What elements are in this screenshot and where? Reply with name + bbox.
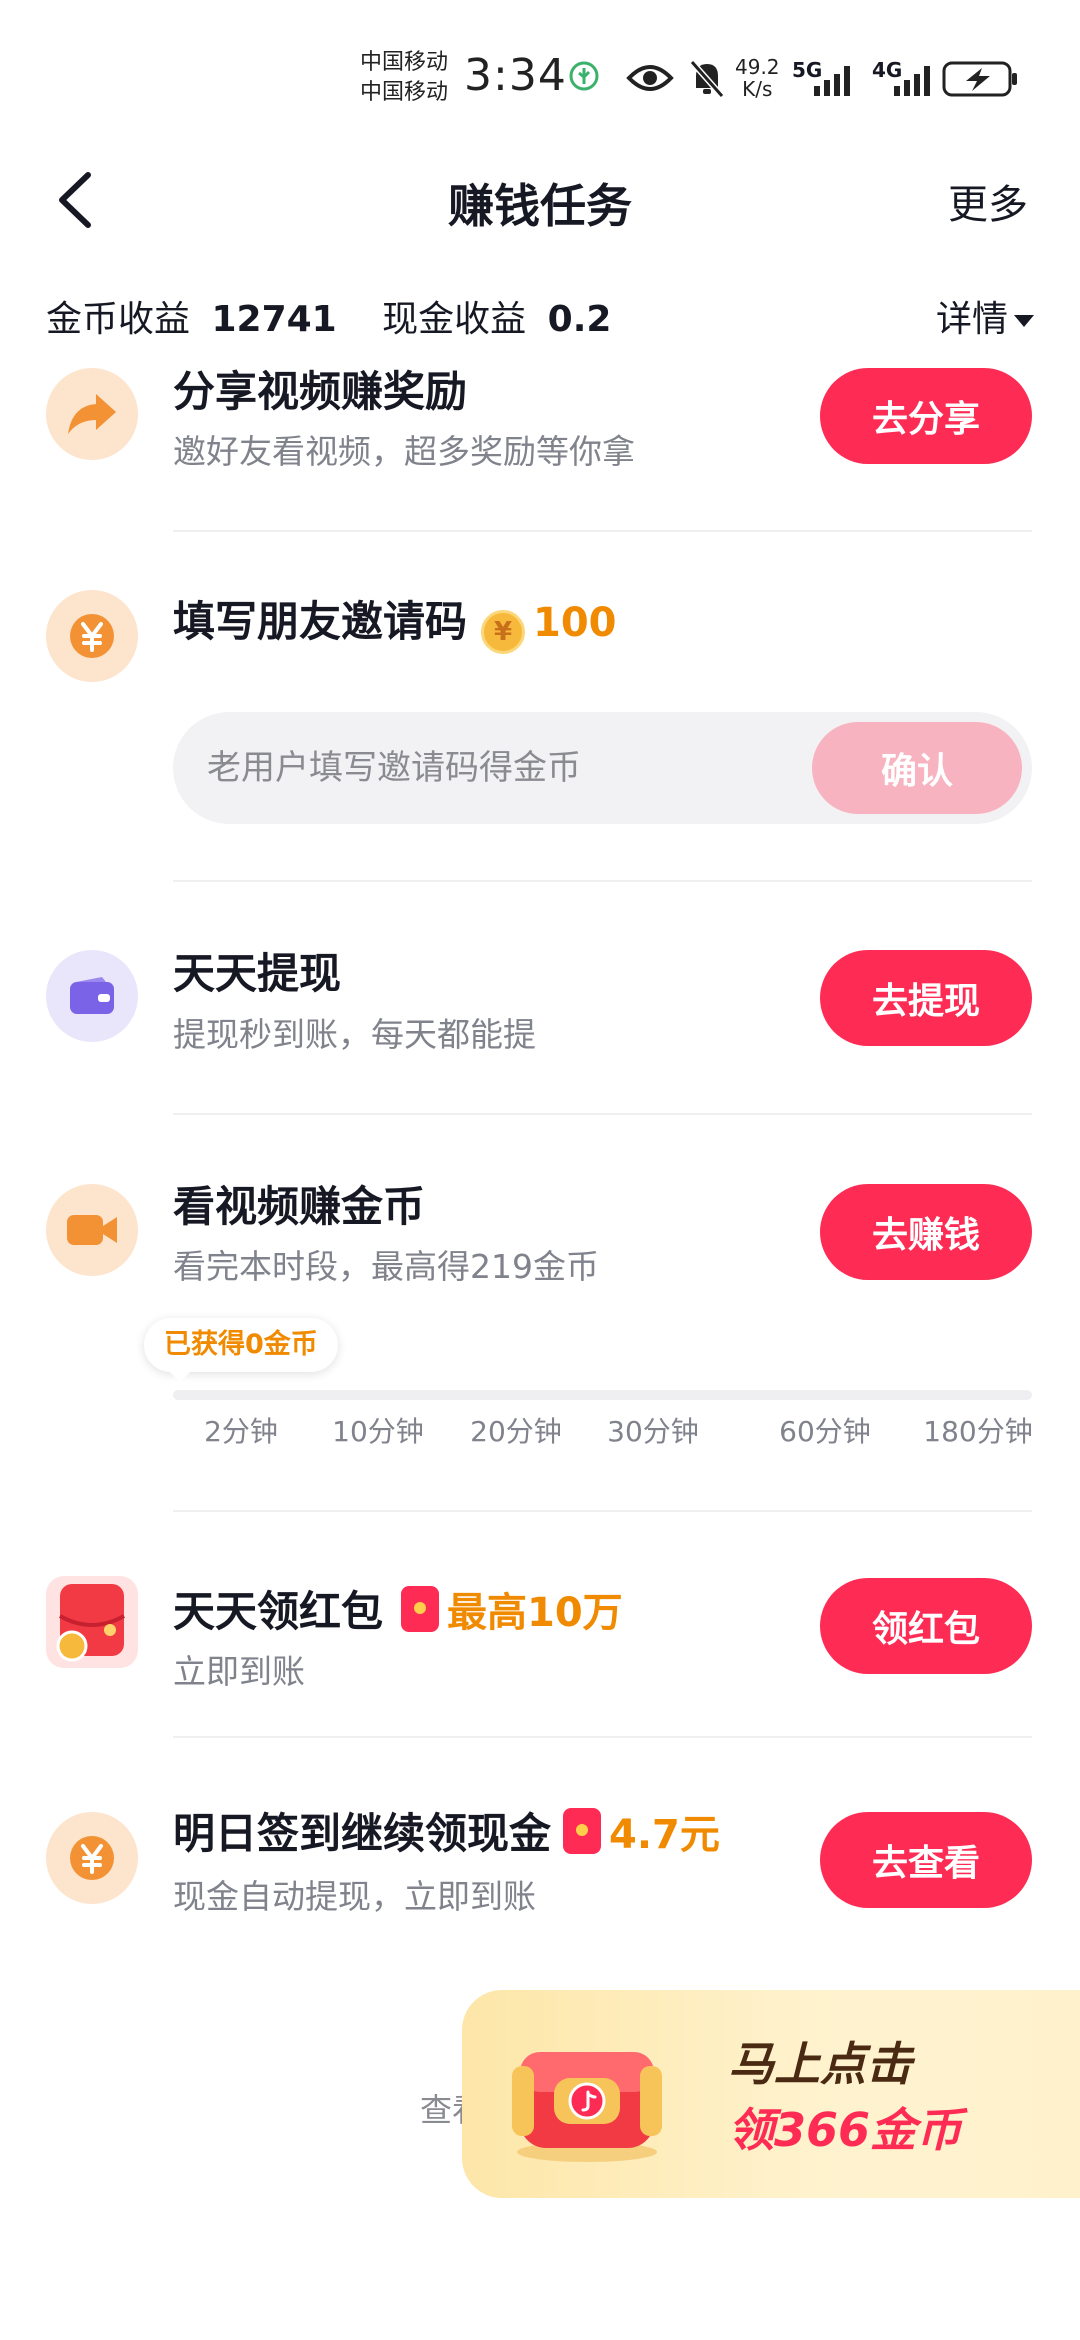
invite-reward: 100 bbox=[533, 600, 617, 646]
invite-code-input[interactable] bbox=[207, 712, 767, 824]
watch-task-subtitle: 看完本时段，最高得219金币 bbox=[173, 1247, 599, 1286]
cash-earnings-label: 现金收益 bbox=[382, 299, 527, 340]
carrier-2: 中国移动 bbox=[360, 80, 449, 105]
page-title: 赚钱任务 bbox=[448, 179, 632, 233]
more-button[interactable]: 更多 bbox=[948, 172, 1028, 230]
coin-earnings-value: 12741 bbox=[211, 299, 337, 340]
invite-task-title: 填写朋友邀请码 bbox=[173, 597, 468, 646]
view-button[interactable]: 去查看 bbox=[820, 1812, 1032, 1908]
progress-tick: 20分钟 bbox=[470, 1415, 562, 1448]
invite-task-title-row: 填写朋友邀请码 ¥100 bbox=[173, 588, 617, 654]
checkin-reward: 4.7元 bbox=[609, 1812, 720, 1858]
signal-bars-icon bbox=[894, 66, 930, 96]
hongbao-icon bbox=[563, 1808, 602, 1854]
signal-5g-icon: 5G bbox=[792, 58, 858, 98]
share-task-title: 分享视频赚奖励 bbox=[173, 367, 468, 416]
yuan-coin-icon bbox=[46, 1812, 138, 1904]
confirm-button[interactable]: 确认 bbox=[812, 722, 1022, 814]
speed-unit: K/s bbox=[742, 77, 773, 101]
clock: 3:34 bbox=[464, 50, 567, 101]
progress-tick: 180分钟 bbox=[923, 1415, 1033, 1448]
progress-tick: 10分钟 bbox=[332, 1415, 424, 1448]
withdraw-task-title: 天天提现 bbox=[173, 949, 342, 998]
invite-code-box: 确认 bbox=[173, 712, 1032, 824]
progress-tick: 2分钟 bbox=[204, 1415, 278, 1448]
speed-value: 49.2 bbox=[735, 55, 780, 79]
share-button[interactable]: 去分享 bbox=[820, 368, 1032, 464]
progress-tick: 30分钟 bbox=[607, 1415, 699, 1448]
gold-coin-icon: ¥ bbox=[481, 610, 526, 654]
earned-coins-tag: 已获得0金币 bbox=[144, 1318, 338, 1382]
earn-button[interactable]: 去赚钱 bbox=[820, 1184, 1032, 1280]
divider bbox=[173, 1510, 1032, 1512]
wallet-icon bbox=[46, 950, 138, 1042]
red-packet-icon bbox=[46, 1576, 138, 1668]
cash-earnings-value: 0.2 bbox=[547, 299, 612, 340]
details-label: 详情 bbox=[935, 299, 1008, 340]
hongbao-icon bbox=[401, 1586, 440, 1632]
get-redpacket-button[interactable]: 领红包 bbox=[820, 1578, 1032, 1674]
details-dropdown[interactable]: 详情 bbox=[936, 290, 1034, 342]
checkin-task-title-row: 明日签到继续领现金 4.7元 bbox=[173, 1800, 720, 1861]
yuan-coin-icon bbox=[46, 590, 138, 682]
promo-banner[interactable]: 马上点击 领366金币 bbox=[462, 1990, 1080, 2198]
eye-icon bbox=[626, 65, 674, 91]
progress-tick: 60分钟 bbox=[779, 1415, 871, 1448]
caret-down-icon bbox=[1014, 315, 1034, 327]
signal-4g-icon: 4G bbox=[872, 58, 938, 98]
checkin-task-subtitle: 现金自动提现，立即到账 bbox=[173, 1877, 536, 1916]
network-speed: 49.2 K/s bbox=[735, 56, 780, 100]
withdraw-button[interactable]: 去提现 bbox=[820, 950, 1032, 1046]
withdraw-task-subtitle: 提现秒到账，每天都能提 bbox=[173, 1015, 536, 1054]
redpacket-task-title: 天天领红包 bbox=[173, 1587, 384, 1636]
redpacket-task-title-row: 天天领红包 最高10万 bbox=[173, 1578, 623, 1639]
divider bbox=[173, 880, 1032, 882]
redpacket-task-subtitle: 立即到账 bbox=[173, 1652, 305, 1691]
redpacket-reward: 最高10万 bbox=[447, 1590, 623, 1636]
status-bar: 中国移动 中国移动 3:34 49.2 K/s 5G 4G bbox=[0, 0, 1080, 150]
divider bbox=[173, 1736, 1032, 1738]
promo-line-2: 领366金币 bbox=[728, 2103, 963, 2157]
share-arrow-icon bbox=[46, 368, 138, 460]
video-camera-icon bbox=[46, 1184, 138, 1276]
share-task-subtitle: 邀好友看视频，超多奖励等你拿 bbox=[173, 432, 635, 471]
watch-task-title: 看视频赚金币 bbox=[173, 1182, 426, 1231]
bell-muted-icon bbox=[689, 60, 725, 98]
coin-earnings-label: 金币收益 bbox=[46, 299, 191, 340]
carrier-info: 中国移动 中国移动 bbox=[360, 48, 448, 108]
carrier-1: 中国移动 bbox=[360, 50, 449, 75]
eco-leaf-icon bbox=[569, 61, 599, 91]
battery-charging-icon bbox=[942, 61, 1017, 97]
treasure-chest-icon bbox=[512, 2052, 662, 2162]
checkin-task-title: 明日签到继续领现金 bbox=[173, 1809, 552, 1858]
divider bbox=[173, 530, 1032, 532]
earnings-summary: 金币收益 12741 现金收益 0.2 bbox=[46, 290, 611, 342]
watch-progress-bar bbox=[173, 1390, 1032, 1400]
divider bbox=[173, 1113, 1032, 1115]
signal-bars-icon bbox=[814, 66, 850, 96]
promo-line-1: 马上点击 bbox=[728, 2037, 912, 2091]
